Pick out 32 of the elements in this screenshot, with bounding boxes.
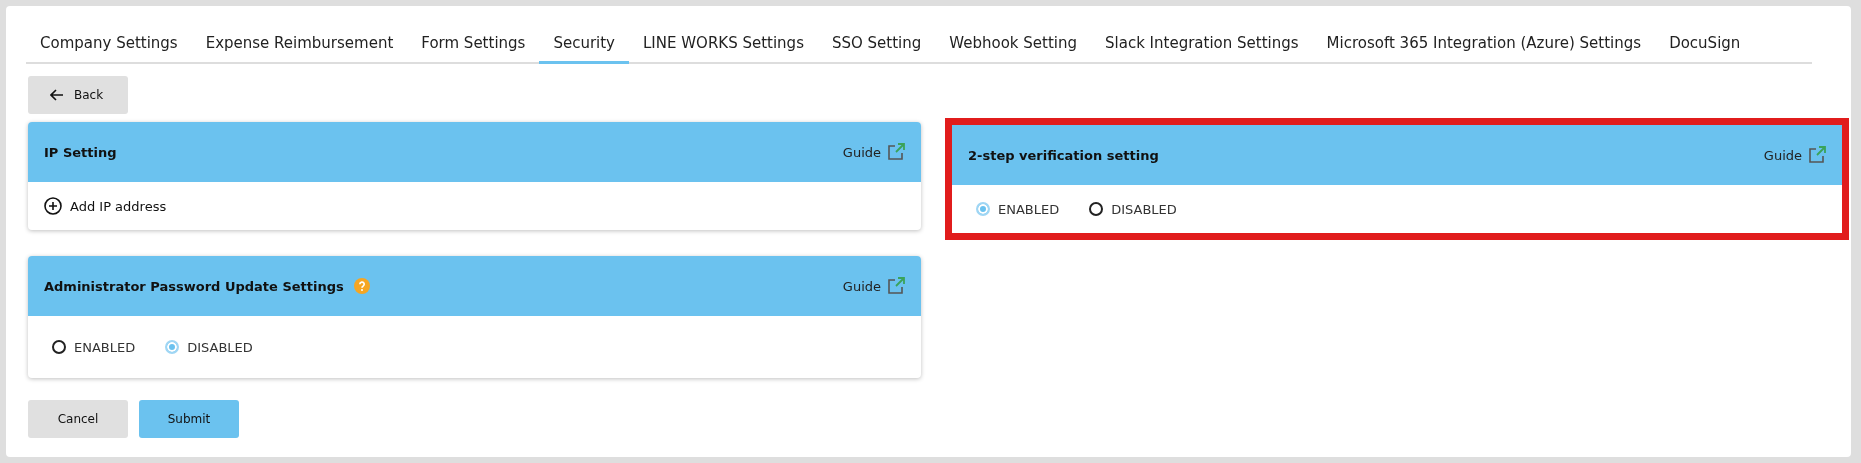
external-link-icon[interactable]	[887, 143, 905, 161]
guide-link[interactable]: Guide	[842, 278, 881, 294]
radio-button[interactable]	[1089, 202, 1104, 216]
tab[interactable]: SSO Setting	[817, 26, 936, 64]
card-title: 2-step verification setting	[968, 147, 1159, 163]
add-icon[interactable]	[44, 197, 62, 215]
card-title: Administrator Password Update Settings	[44, 278, 344, 294]
tab[interactable]: Expense Reimbursement	[191, 26, 408, 64]
submit-button[interactable]: Submit	[139, 400, 239, 438]
tab[interactable]: Webhook Setting	[935, 26, 1092, 64]
tab[interactable]: Microsoft 365 Integration (Azure) Settings	[1312, 26, 1656, 64]
guide-link[interactable]: Guide	[1763, 147, 1802, 163]
radio-label[interactable]: DISABLED	[187, 339, 253, 355]
card-title: IP Setting	[44, 144, 117, 160]
radio-label[interactable]: DISABLED	[1111, 201, 1177, 217]
tab[interactable]: Security	[539, 26, 629, 64]
cancel-button[interactable]: Cancel	[28, 400, 128, 438]
help-icon[interactable]	[353, 278, 370, 294]
add-ip-address-link[interactable]: Add IP address	[70, 198, 167, 214]
radio-label[interactable]: ENABLED	[998, 201, 1060, 217]
back-arrow-icon	[50, 89, 64, 101]
back-button[interactable]: Back	[28, 76, 128, 114]
tab[interactable]: Slack Integration Settings	[1091, 26, 1313, 64]
tab[interactable]: LINE WORKS Settings	[629, 26, 818, 64]
external-link-icon[interactable]	[1808, 146, 1826, 164]
tab[interactable]: DocuSign	[1655, 26, 1755, 64]
tab[interactable]: Form Settings	[407, 26, 540, 64]
radio-button[interactable]	[52, 340, 66, 354]
radio-label[interactable]: ENABLED	[74, 339, 136, 355]
external-link-icon[interactable]	[887, 277, 905, 295]
tab[interactable]: Company Settings	[26, 26, 192, 64]
guide-link[interactable]: Guide	[842, 144, 881, 160]
